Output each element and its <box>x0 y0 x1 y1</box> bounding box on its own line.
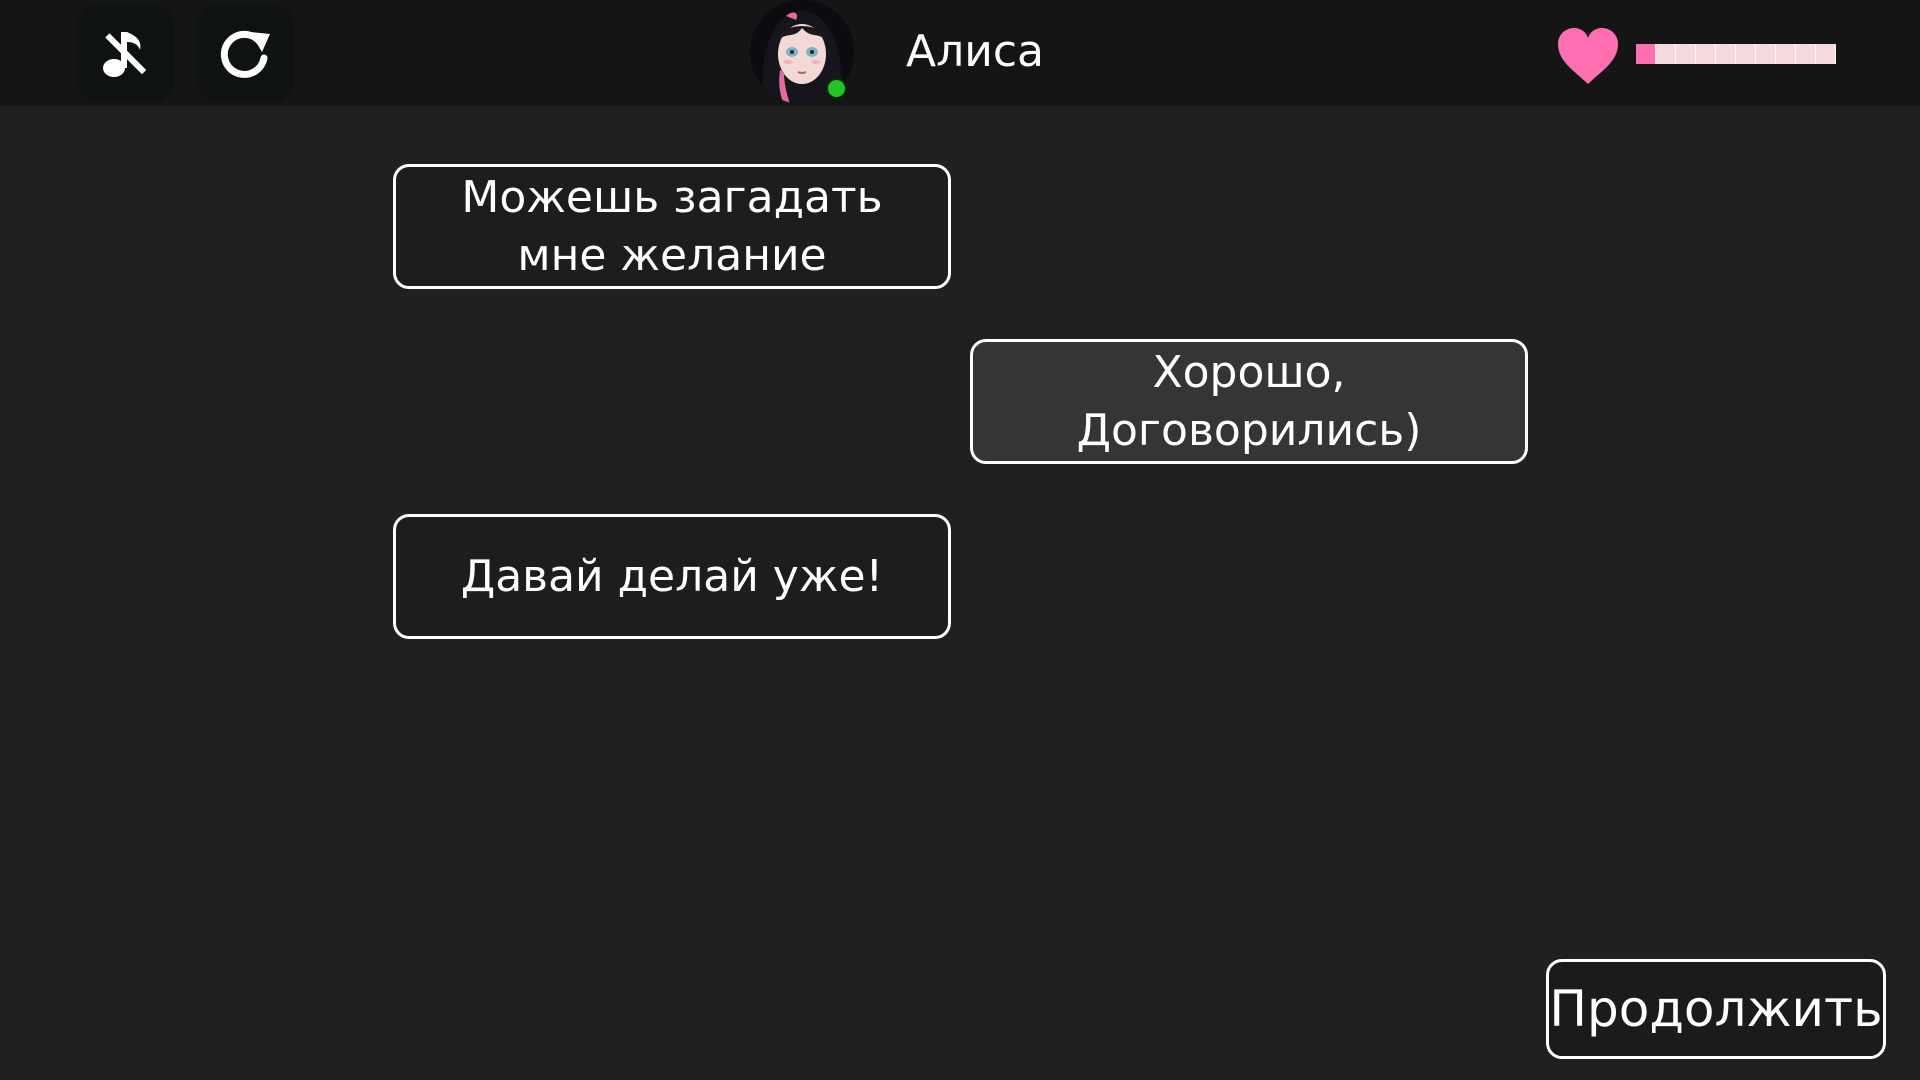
affection-meter <box>1636 44 1836 64</box>
heart-icon <box>1556 26 1620 86</box>
message-text: Давай делай уже! <box>460 550 884 602</box>
message-bubble-player: Хорошо, Договорились) <box>970 339 1528 464</box>
affection-meter-ticks <box>1636 44 1836 64</box>
top-bar: Алиса <box>0 0 1920 106</box>
online-status-indicator <box>826 78 847 99</box>
message-text: Хорошо, Договорились) <box>1076 346 1422 456</box>
restart-button[interactable] <box>196 4 294 102</box>
message-text: Можешь загадать мне желание <box>461 171 883 281</box>
continue-button[interactable]: Продолжить <box>1546 959 1886 1059</box>
message-bubble-character: Можешь загадать мне желание <box>393 164 951 289</box>
message-bubble-character: Давай делай уже! <box>393 514 951 639</box>
character-name: Алиса <box>906 26 1044 77</box>
mute-music-button[interactable] <box>76 4 174 102</box>
music-off-icon <box>103 32 147 77</box>
restart-icon <box>220 30 270 78</box>
game-screen: Алиса Можешь загадать мне желание Хорошо… <box>0 0 1920 1080</box>
